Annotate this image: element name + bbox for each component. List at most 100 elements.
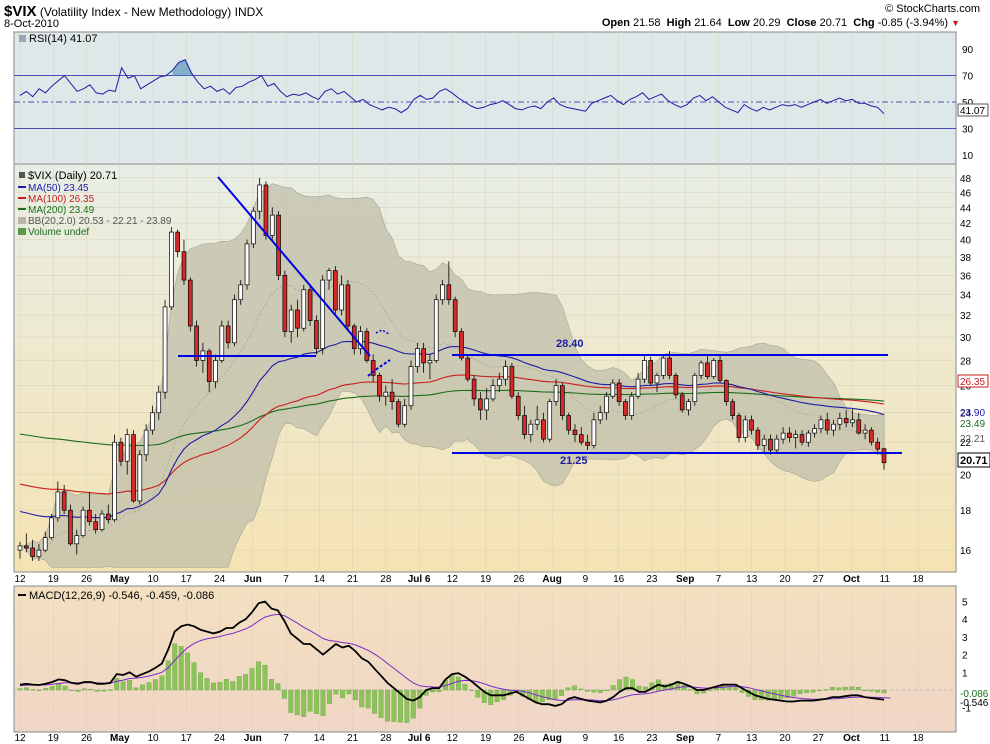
candle-body [408,366,414,407]
macd-histogram-bar [823,689,829,691]
candle-body [282,274,288,332]
price-tick-label: 16 [960,546,972,557]
macd-histogram-bar [249,668,255,691]
ma100-legend-label: MA(100) 26.35 [28,194,95,205]
macd-histogram-bar [236,676,242,691]
macd-histogram-bar [314,689,320,714]
candle-body [831,423,836,431]
candle-body [597,412,603,421]
macd-x-tick-label: 12 [447,733,459,744]
candle-body [585,441,590,446]
macd-x-tick-label: 26 [513,733,525,744]
x-tick-label: 26 [513,574,525,585]
candle-body [314,320,319,349]
rsi-tick-label: 30 [962,124,974,135]
last-tag: 20.71 [960,455,988,467]
candle-body [843,418,849,424]
macd-histogram-bar [43,688,49,691]
candle-body [42,537,48,551]
macd-histogram-bar [488,689,494,705]
macd-histogram-bar [346,689,352,695]
candle-body [118,441,124,462]
candle-body [396,401,401,425]
macd-histogram-bar [262,664,268,691]
macd-histogram-bar [275,683,281,691]
candle-body [68,509,73,545]
macd-histogram-bar [372,689,378,714]
rsi-tick-label: 10 [962,151,974,162]
candle-body [484,398,489,411]
candle-body [383,391,389,397]
candle-body [162,306,168,393]
x-tick-label: 26 [81,574,93,585]
candle-body [629,395,635,416]
macd-histogram-bar [82,688,87,691]
x-tick-label: 7 [716,574,722,585]
macd-histogram-bar [211,682,216,691]
macd-histogram-bar [591,689,597,693]
candle-body [301,289,307,329]
price-tick-label: 18 [960,506,972,517]
candle-body [364,331,370,361]
candle-body [736,415,742,438]
macd-histogram-bar [391,689,397,722]
candle-body [440,284,445,301]
candle-body [705,362,710,377]
x-tick-label: 11 [880,574,891,585]
candle-body [541,419,546,440]
candle-body [24,545,29,549]
candle-body [824,419,830,431]
x-tick-label: 21 [347,574,359,585]
macd-histogram-bar [281,689,287,699]
x-tick-label: 17 [181,574,193,585]
candle-body [812,428,817,434]
candle-body [534,419,540,425]
macd-histogram-bar [604,689,610,691]
macd-histogram-bar [875,689,880,693]
x-tick-label: Sep [676,574,694,585]
macd-histogram-bar [436,689,442,692]
candle-body [616,382,622,402]
macd-histogram-bar [726,686,732,691]
candle-body [257,184,262,212]
macd-histogram-bar [855,687,861,691]
candle-body [578,434,584,443]
macd-legend: MACD(12,26,9) -0.546, -0.459, -0.086 [18,590,214,602]
macd-tick-label: 1 [962,668,968,679]
candle-body [175,231,180,253]
rsi-tick-label: 70 [962,72,974,83]
resistance-label: 28.40 [556,338,584,350]
macd-histogram-bar [120,681,126,691]
candle-body [560,385,565,416]
candle-body [465,357,471,380]
candle-body [679,394,685,411]
macd-histogram-bar [552,689,558,701]
x-tick-label: Jul 6 [408,574,431,585]
candle-body [433,299,439,361]
price-tick-label: 30 [960,333,972,344]
x-tick-label: Aug [542,574,561,585]
candle-body [150,412,155,431]
macd-histogram-bar [223,679,229,691]
macd-histogram-bar [49,686,55,691]
candle-body [654,374,660,384]
candle-body [818,419,824,429]
candle-body [509,366,515,397]
macd-histogram-bar [578,688,584,691]
x-tick-label: 19 [480,574,492,585]
macd-histogram-bar [739,689,745,693]
candle-body [61,491,67,511]
macd-histogram-bar [230,681,236,691]
macd-x-tick-label: 21 [347,733,359,744]
bb-legend-label: BB(20,2.0) 20.53 - 22.21 - 23.89 [28,216,172,227]
candle-body [213,360,218,383]
macd-histogram-bar [359,689,365,708]
candle-body [93,521,98,530]
candle-body [806,432,811,443]
macd-legend-label: MACD(12,26,9) -0.546, -0.459, -0.086 [29,590,214,602]
macd-histogram-bar [810,689,816,693]
x-tick-label: 14 [314,574,326,585]
candle-body [496,378,502,386]
x-tick-label: 12 [14,574,26,585]
candle-body [591,419,597,446]
